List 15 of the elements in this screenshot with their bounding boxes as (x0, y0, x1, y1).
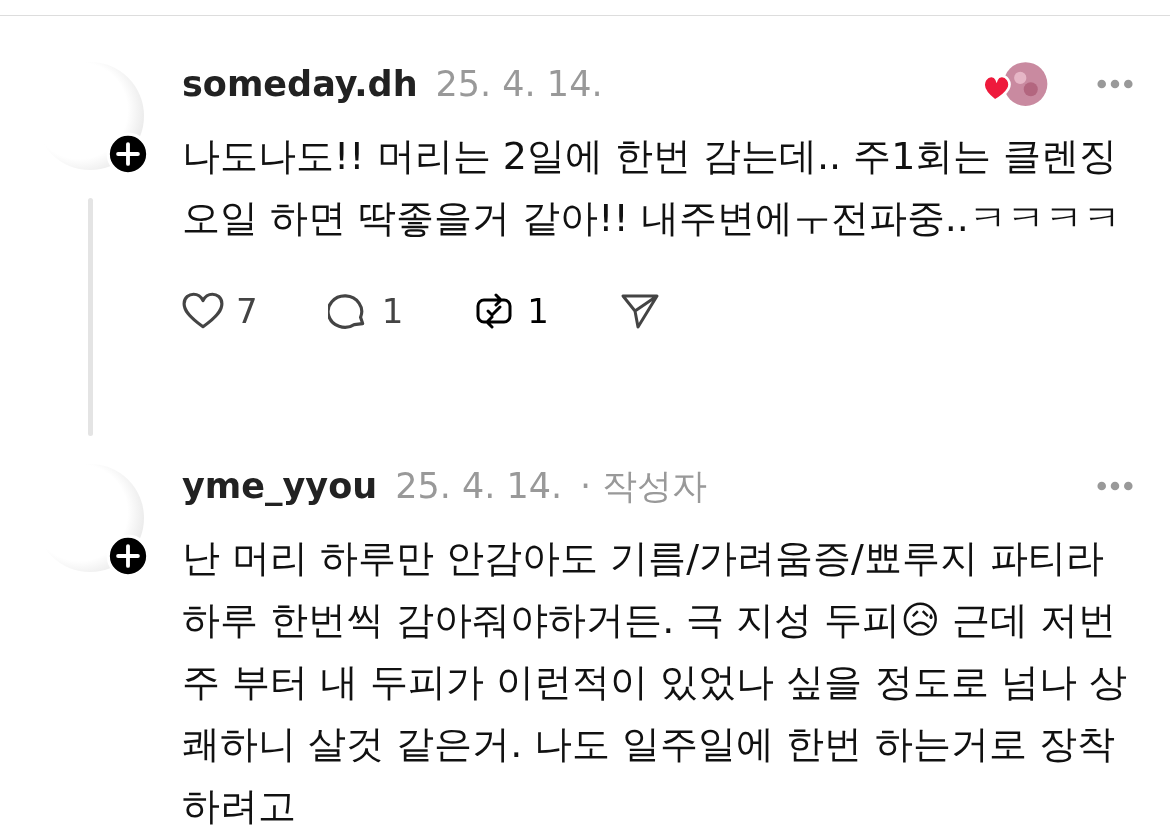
more-icon[interactable] (1096, 480, 1134, 492)
plus-icon[interactable] (106, 132, 150, 176)
more-icon[interactable] (1096, 78, 1134, 90)
comment-text: 난 머리 하루만 안감아도 기름/가려움증/뾰루지 파티라 하루 한번씩 감아줘야하거든. 극 지성 두피😥 근데 저번주 부터 내 두피가 이런적이 있었나 싶을 정도로 넘나 상쾌하니 살것 같은거. 나도 일주일에 한번 하는거로 장착 하려고 (182, 535, 1128, 830)
author-label: · 작성자 (580, 464, 708, 508)
post-date: 25. 4. 14. (395, 466, 563, 506)
reply-count: 1 (381, 291, 404, 331)
repost-count: 1 (527, 291, 549, 331)
post-date: 25. 4. 14. (435, 64, 603, 104)
username[interactable]: someday.dh (182, 64, 418, 104)
like-count: 7 (236, 291, 258, 331)
heart-icon[interactable] (182, 291, 224, 331)
username[interactable]: yme_yyou (182, 466, 378, 506)
comment-text: 나도나도!! 머리는 2일에 한번 감는데.. 주1회는 클렌징 오일 하면 딱좋을거 같아!! 내주변에ㅜ전파중..ㅋㅋㅋㅋ (182, 133, 1122, 242)
plus-icon[interactable] (106, 534, 150, 578)
